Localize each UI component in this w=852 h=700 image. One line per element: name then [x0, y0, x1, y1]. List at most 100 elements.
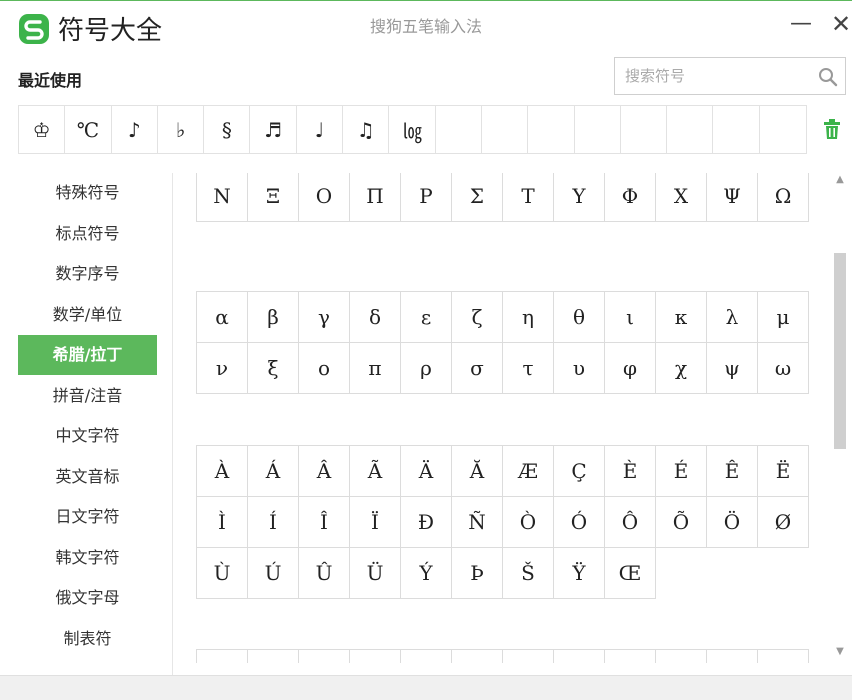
symbol-cell[interactable]: γ — [299, 292, 350, 343]
recent-symbol-cell[interactable] — [482, 106, 529, 153]
symbol-cell[interactable]: π — [350, 343, 401, 394]
symbol-cell[interactable]: χ — [656, 343, 707, 394]
symbol-cell[interactable]: Ü — [350, 548, 401, 599]
sidebar-item[interactable]: 特殊符号 — [18, 173, 157, 213]
symbol-cell[interactable]: Ä — [401, 446, 452, 497]
symbol-cell[interactable]: υ — [554, 343, 605, 394]
symbol-cell[interactable]: Π — [350, 173, 401, 222]
close-button[interactable]: ✕ — [826, 9, 852, 39]
symbol-cell[interactable]: ν — [197, 343, 248, 394]
symbol-cell[interactable]: Ø — [758, 497, 809, 548]
symbol-cell[interactable]: δ — [350, 292, 401, 343]
recent-symbol-cell[interactable]: ♭ — [158, 106, 205, 153]
sidebar-item[interactable]: 韩文字符 — [18, 538, 157, 578]
symbol-cell[interactable]: À — [197, 446, 248, 497]
symbol-cell[interactable]: Ë — [758, 446, 809, 497]
symbol-cell[interactable]: Ý — [401, 548, 452, 599]
symbol-cell[interactable]: τ — [503, 343, 554, 394]
recent-symbol-cell[interactable] — [621, 106, 668, 153]
symbol-cell[interactable] — [197, 650, 248, 663]
symbol-cell[interactable]: ω — [758, 343, 809, 394]
recent-symbol-cell[interactable]: ♬ — [250, 106, 297, 153]
symbol-cell[interactable]: ι — [605, 292, 656, 343]
symbol-cell[interactable] — [401, 650, 452, 663]
symbol-cell[interactable]: Ô — [605, 497, 656, 548]
symbol-cell[interactable]: Ω — [758, 173, 809, 222]
symbol-cell[interactable]: Ù — [197, 548, 248, 599]
symbol-cell[interactable]: λ — [707, 292, 758, 343]
symbol-cell[interactable]: Û — [299, 548, 350, 599]
scrollbar[interactable]: ▲ ▼ — [832, 173, 848, 663]
search-icon[interactable] — [817, 66, 839, 88]
symbol-cell[interactable]: Ν — [197, 173, 248, 222]
recent-symbol-cell[interactable]: ♩ — [297, 106, 344, 153]
trash-icon[interactable] — [822, 118, 842, 140]
recent-symbol-cell[interactable] — [760, 106, 806, 153]
symbol-cell[interactable]: Φ — [605, 173, 656, 222]
symbol-cell[interactable] — [707, 650, 758, 663]
symbol-cell[interactable]: Ï — [350, 497, 401, 548]
symbol-cell[interactable]: Ð — [401, 497, 452, 548]
sidebar-item[interactable]: 希腊/拉丁 — [18, 335, 157, 375]
recent-symbol-cell[interactable]: ♔ — [19, 106, 66, 153]
symbol-cell[interactable]: β — [248, 292, 299, 343]
symbol-cell[interactable]: È — [605, 446, 656, 497]
symbol-cell[interactable]: Á — [248, 446, 299, 497]
symbol-cell[interactable] — [554, 650, 605, 663]
symbol-cell[interactable]: ζ — [452, 292, 503, 343]
symbol-cell[interactable]: Ç — [554, 446, 605, 497]
recent-symbol-cell[interactable] — [575, 106, 621, 153]
symbol-cell[interactable]: Œ — [605, 548, 656, 599]
symbol-cell[interactable]: Ö — [707, 497, 758, 548]
symbol-cell[interactable]: η — [503, 292, 554, 343]
recent-symbol-cell[interactable]: ♫ — [343, 106, 390, 153]
symbol-cell[interactable]: ξ — [248, 343, 299, 394]
recent-symbol-cell[interactable]: § — [204, 106, 251, 153]
symbol-cell[interactable]: Î — [299, 497, 350, 548]
sidebar-item[interactable]: 标点符号 — [18, 214, 157, 254]
symbol-cell[interactable]: Ξ — [248, 173, 299, 222]
symbol-cell[interactable]: ο — [299, 343, 350, 394]
recent-symbol-cell[interactable]: ♪ — [112, 106, 158, 153]
symbol-cell[interactable]: Ρ — [401, 173, 452, 222]
scroll-thumb[interactable] — [834, 253, 846, 449]
sidebar-item[interactable]: 日文字符 — [18, 497, 157, 537]
symbol-cell[interactable]: Σ — [452, 173, 503, 222]
scroll-up-icon[interactable]: ▲ — [834, 175, 846, 185]
recent-symbol-cell[interactable] — [713, 106, 760, 153]
symbol-cell[interactable]: φ — [605, 343, 656, 394]
symbol-cell[interactable] — [758, 650, 809, 663]
symbol-cell[interactable]: Ÿ — [554, 548, 605, 599]
symbol-cell[interactable]: Ψ — [707, 173, 758, 222]
symbol-cell[interactable]: κ — [656, 292, 707, 343]
symbol-cell[interactable]: θ — [554, 292, 605, 343]
symbol-cell[interactable] — [299, 650, 350, 663]
recent-symbol-cell[interactable]: ℃ — [65, 106, 112, 153]
symbol-cell[interactable]: Ă — [452, 446, 503, 497]
symbol-cell[interactable]: Ê — [707, 446, 758, 497]
symbol-cell[interactable]: Ó — [554, 497, 605, 548]
symbol-cell[interactable] — [605, 650, 656, 663]
symbol-cell[interactable]: Τ — [503, 173, 554, 222]
sidebar-item[interactable]: 拼音/注音 — [18, 376, 157, 416]
sidebar-item[interactable]: 英文音标 — [18, 457, 157, 497]
symbol-cell[interactable] — [248, 650, 299, 663]
symbol-cell[interactable]: σ — [452, 343, 503, 394]
symbol-cell[interactable]: Æ — [503, 446, 554, 497]
symbol-cell[interactable]: Ñ — [452, 497, 503, 548]
symbol-cell[interactable]: Š — [503, 548, 554, 599]
symbol-cell[interactable]: Þ — [452, 548, 503, 599]
minimize-button[interactable]: — — [786, 9, 816, 39]
symbol-cell[interactable] — [503, 650, 554, 663]
recent-symbol-cell[interactable] — [667, 106, 714, 153]
symbol-cell[interactable]: ψ — [707, 343, 758, 394]
sidebar-item[interactable]: 数字序号 — [18, 254, 157, 294]
symbol-cell[interactable] — [452, 650, 503, 663]
sidebar-item[interactable]: 中文字符 — [18, 416, 157, 456]
symbol-cell[interactable]: α — [197, 292, 248, 343]
symbol-cell[interactable]: Ã — [350, 446, 401, 497]
scroll-down-icon[interactable]: ▼ — [834, 647, 846, 657]
recent-symbol-cell[interactable] — [436, 106, 482, 153]
symbol-cell[interactable]: Í — [248, 497, 299, 548]
symbol-cell[interactable]: μ — [758, 292, 809, 343]
